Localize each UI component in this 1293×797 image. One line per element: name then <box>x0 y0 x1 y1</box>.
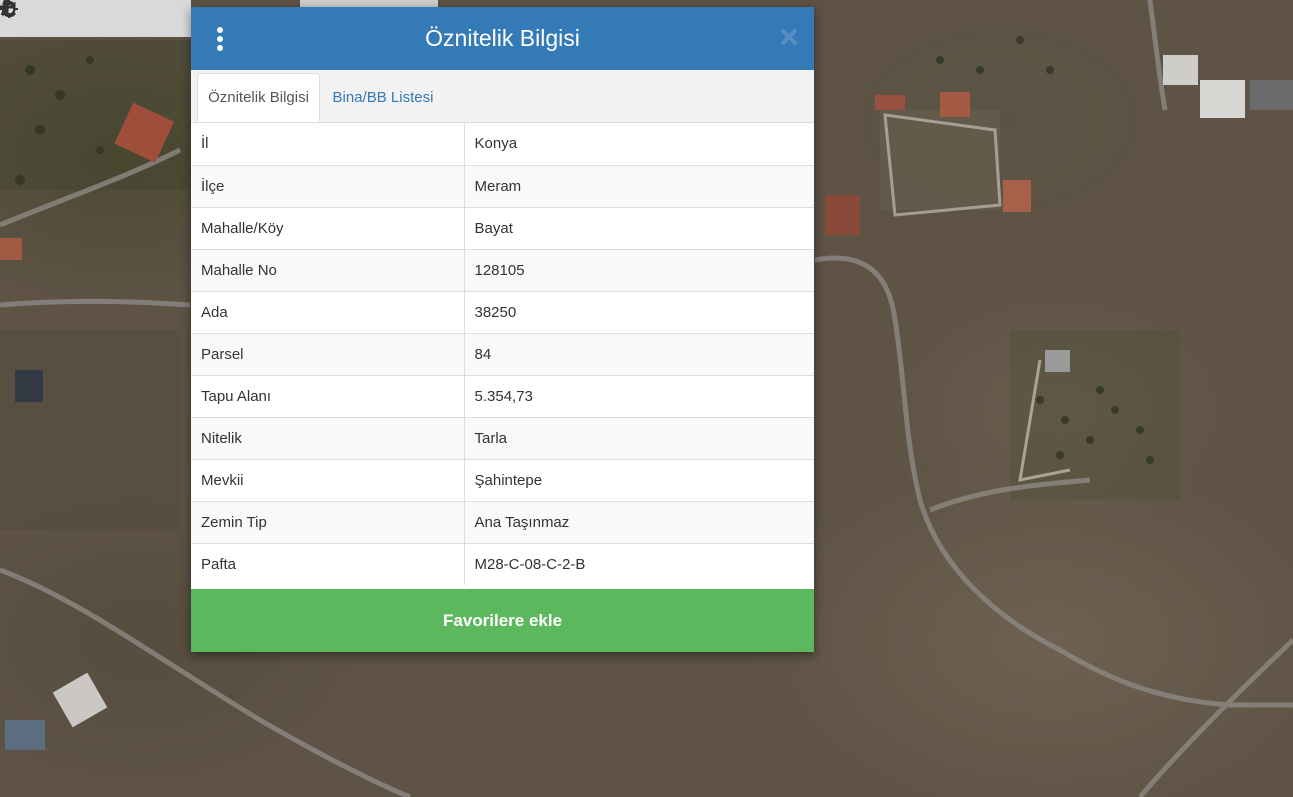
table-row: Tapu Alanı 5.354,73 <box>191 374 814 417</box>
attribute-value: 5.354,73 <box>464 374 814 417</box>
attribute-value: Konya <box>464 123 814 165</box>
attribute-value: Tarla <box>464 416 814 459</box>
table-row: Ada 38250 <box>191 290 814 333</box>
menu-button[interactable] <box>213 27 227 51</box>
zoom-out-button[interactable] <box>0 0 55 37</box>
table-row: Zemin Tip Ana Taşınmaz <box>191 500 814 543</box>
table-row: İl Konya <box>191 123 814 165</box>
attribute-key: Parsel <box>191 332 465 375</box>
table-row: Mahalle/Köy Bayat <box>191 206 814 249</box>
attribute-key: Ada <box>191 290 465 333</box>
refresh-button[interactable] <box>1 0 94 37</box>
attribute-value: Bayat <box>464 206 814 249</box>
attribute-key: Nitelik <box>191 416 465 459</box>
attribute-value: 84 <box>464 332 814 375</box>
close-button[interactable] <box>780 28 798 46</box>
info-icon <box>1 0 9 15</box>
attribute-key: İlçe <box>191 164 465 207</box>
table-row: İlçe Meram <box>191 164 814 207</box>
attribute-value: Meram <box>464 164 814 207</box>
map-toolbar <box>0 0 191 37</box>
table-row: Nitelik Tarla <box>191 416 814 459</box>
attribute-key: Zemin Tip <box>191 500 465 543</box>
table-row: Mevkii Şahintepe <box>191 458 814 501</box>
attribute-key: Mevkii <box>191 458 465 501</box>
attribute-key: Pafta <box>191 542 465 585</box>
attribute-value: 128105 <box>464 248 814 291</box>
attribute-value: M28-C-08-C-2-B <box>464 542 814 585</box>
table-row: Parsel 84 <box>191 332 814 375</box>
attribute-key: İl <box>191 123 465 165</box>
tab-building-list[interactable]: Bina/BB Listesi <box>324 73 442 122</box>
attribute-value: Ana Taşınmaz <box>464 500 814 543</box>
close-icon <box>781 29 797 45</box>
modal-title: Öznitelik Bilgisi <box>425 25 580 51</box>
attribute-key: Tapu Alanı <box>191 374 465 417</box>
info-button[interactable] <box>1 0 172 37</box>
attribute-info-modal: Öznitelik Bilgisi Öznitelik Bilgisi Bina… <box>191 7 814 652</box>
add-to-favorites-button[interactable]: Favorilere ekle <box>191 589 814 652</box>
table-row: Mahalle No 128105 <box>191 248 814 291</box>
attribute-key: Mahalle/Köy <box>191 206 465 249</box>
attribute-value: 38250 <box>464 290 814 333</box>
tab-bar: Öznitelik Bilgisi Bina/BB Listesi <box>191 70 814 123</box>
locate-button[interactable] <box>0 0 133 37</box>
table-row: Pafta M28-C-08-C-2-B <box>191 542 814 585</box>
attribute-value: Şahintepe <box>464 458 814 501</box>
tab-attribute-info[interactable]: Öznitelik Bilgisi <box>197 73 320 122</box>
attribute-key: Mahalle No <box>191 248 465 291</box>
attribute-table: İl Konya İlçe Meram Mahalle/Köy Bayat Ma… <box>191 123 814 585</box>
modal-header: Öznitelik Bilgisi <box>191 7 814 70</box>
vertical-dots-icon <box>217 27 223 33</box>
